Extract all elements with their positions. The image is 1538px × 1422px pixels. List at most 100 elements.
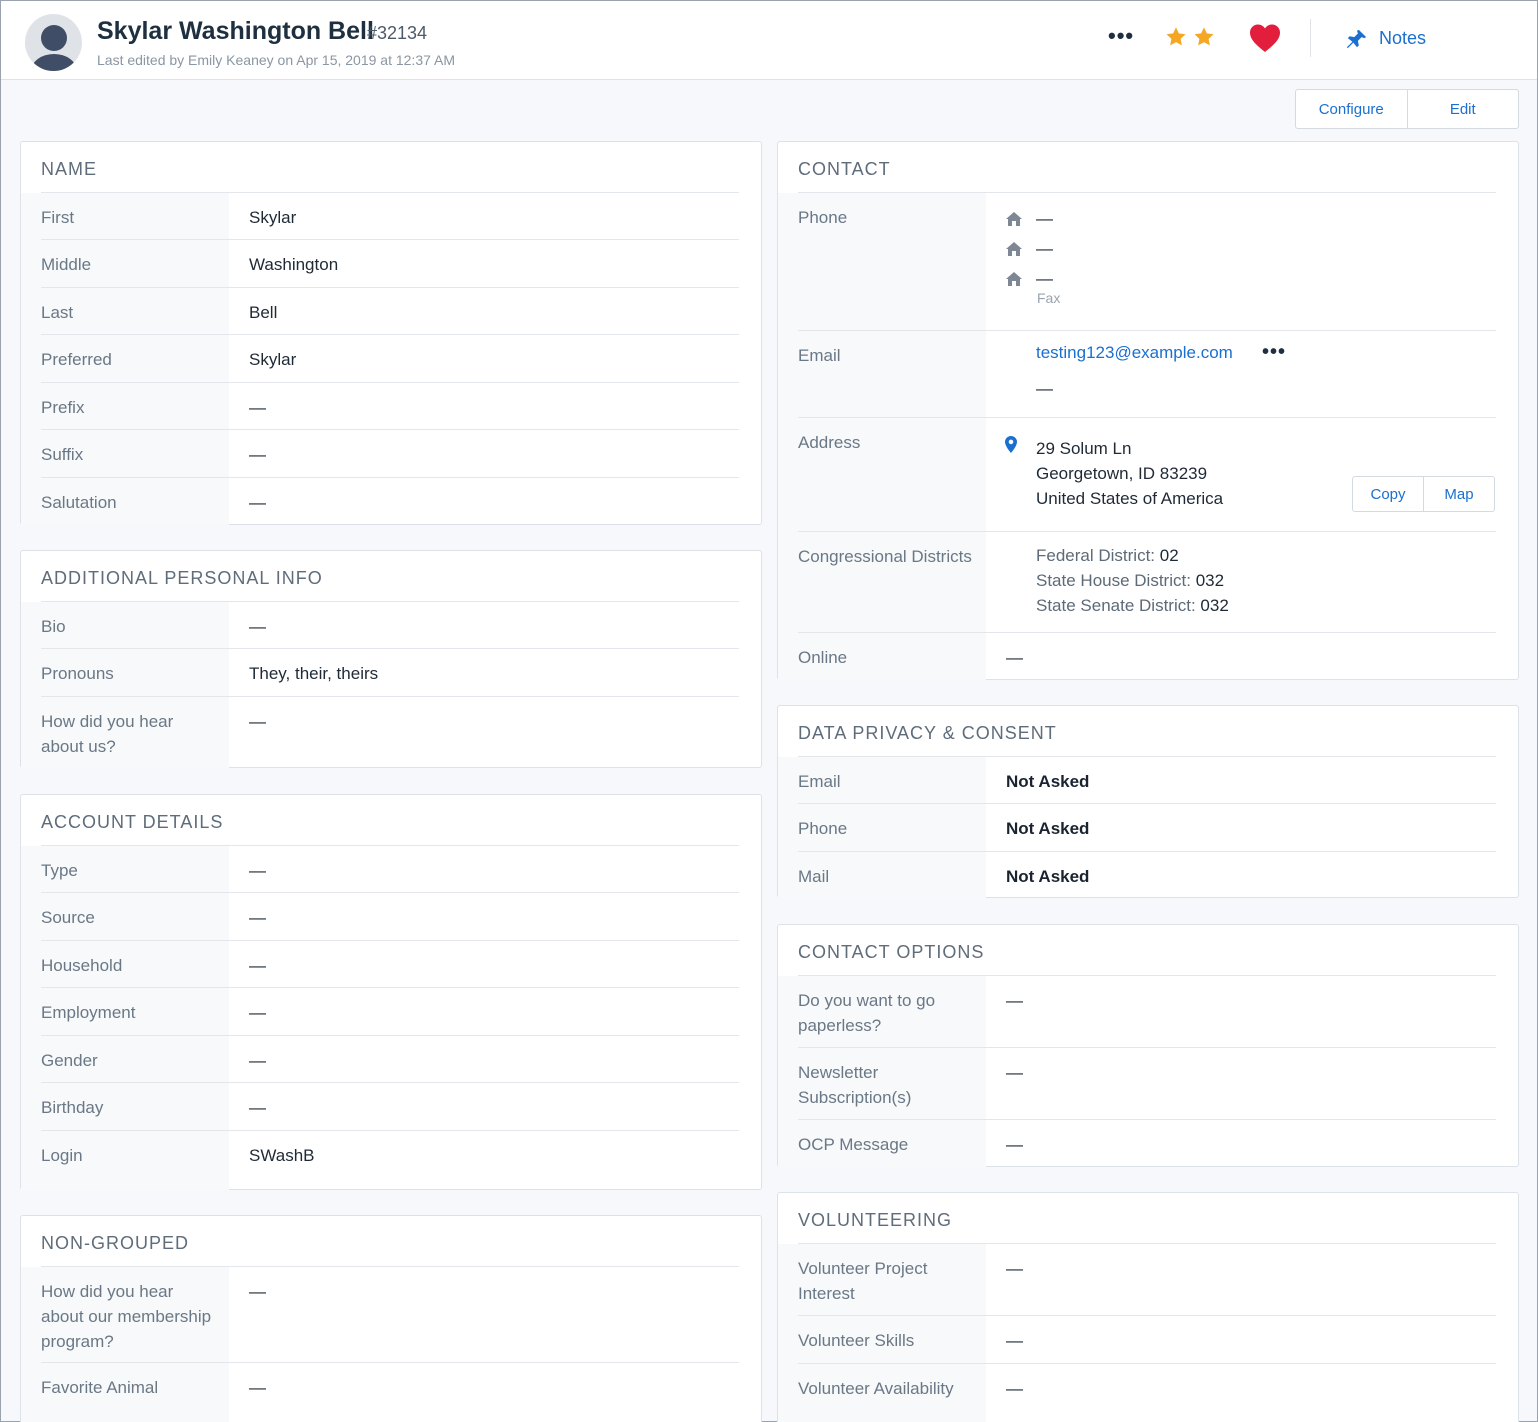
phone-value: — (1036, 239, 1053, 258)
field-label: Source (41, 908, 95, 927)
copy-address-button[interactable]: Copy (1353, 477, 1423, 511)
card-title: DATA PRIVACY & CONSENT (798, 723, 1057, 743)
header-divider (1310, 19, 1311, 57)
card-title: ADDITIONAL PERSONAL INFO (41, 568, 323, 588)
field-row: OCP Message — (778, 1120, 1496, 1167)
state-house-district: State House District: 032 (1036, 571, 1225, 590)
phone-value: — (1036, 269, 1053, 288)
field-label: Middle (41, 255, 92, 274)
field-label: Prefix (41, 398, 85, 417)
card-title: CONTACT OPTIONS (798, 942, 985, 962)
field-row: Bio — (21, 602, 739, 649)
field-value: — (249, 1003, 266, 1022)
email-link[interactable]: testing123@example.com (1036, 343, 1233, 363)
field-row: Do you want to go paperless? — (778, 976, 1496, 1048)
field-value: — (1006, 1331, 1023, 1350)
field-label: Do you want to go paperless? (798, 991, 936, 1035)
field-value: — (1006, 1259, 1023, 1278)
field-value: — (1006, 1135, 1023, 1154)
field-value: — (249, 1051, 266, 1070)
email-secondary-value: — (1036, 379, 1053, 398)
field-label: Phone (798, 208, 848, 227)
non-grouped-card: NON-GROUPED How did you hear about our m… (20, 1215, 762, 1422)
field-label: Volunteer Availability (798, 1379, 954, 1398)
address-line-1: 29 Solum Ln (1036, 439, 1132, 458)
field-label: Email (798, 772, 841, 791)
state-senate-district: State Senate District: 032 (1036, 596, 1229, 615)
field-row: Mail Not Asked (778, 852, 1496, 898)
field-value: — (249, 1098, 266, 1117)
field-label: Pronouns (41, 664, 114, 683)
field-label: Email (798, 346, 841, 365)
field-row: First Skylar (21, 193, 739, 240)
name-card: NAME First Skylar Middle Washington Last Be… (20, 141, 762, 525)
field-row: Volunteer Project Interest — (778, 1244, 1496, 1316)
phone-row: Phone — — — Fax (778, 193, 1496, 331)
configure-button[interactable]: Configure (1296, 90, 1407, 128)
additional-info-card: ADDITIONAL PERSONAL INFO Bio — Pronouns Th… (20, 550, 762, 768)
pin-icon[interactable] (1346, 28, 1368, 50)
districts-row: Congressional Districts Federal District… (778, 532, 1496, 633)
field-value: Bell (249, 303, 278, 322)
field-label: How did you hear about our membership pr… (41, 1282, 212, 1351)
field-row: Household — (21, 941, 739, 988)
field-label: OCP Message (798, 1135, 909, 1154)
fax-label: Fax (1037, 290, 1061, 306)
field-label: Mail (798, 867, 830, 886)
card-title: NON-GROUPED (41, 1233, 190, 1253)
avatar[interactable] (25, 14, 82, 71)
field-value: — (1006, 991, 1023, 1010)
field-label: How did you hear about us? (41, 712, 174, 756)
contact-card: CONTACT Phone — — — Fax Email testing123… (777, 141, 1519, 680)
more-options-icon[interactable]: ••• (1108, 25, 1134, 47)
heart-icon[interactable] (1249, 23, 1281, 53)
field-label: Household (41, 956, 123, 975)
record-id: #32134 (367, 23, 428, 43)
record-header: Skylar Washington Bell #32134 Last edite… (1, 1, 1537, 80)
star-icon[interactable] (1193, 26, 1215, 48)
notes-link[interactable]: Notes (1379, 28, 1426, 49)
map-address-button[interactable]: Map (1423, 477, 1494, 511)
field-row: Newsletter Subscription(s) — (778, 1048, 1496, 1120)
field-value: — (249, 956, 266, 975)
last-edited-text: Last edited by Emily Keaney on Apr 15, 2… (97, 52, 456, 68)
address-line-3: United States of America (1036, 489, 1224, 508)
consent-status: Not Asked (1006, 819, 1090, 838)
field-value: — (249, 1378, 266, 1397)
field-label: Employment (41, 1003, 136, 1022)
field-value: SWashB (249, 1146, 315, 1165)
field-label: Last (41, 303, 74, 322)
federal-district: Federal District: 02 (1036, 546, 1179, 565)
field-row: Volunteer Availability — (778, 1364, 1496, 1422)
field-value: — (249, 493, 266, 512)
field-label: Address (798, 433, 861, 452)
field-row: Type — (21, 846, 739, 893)
card-title: ACCOUNT DETAILS (41, 812, 224, 832)
field-label: Suffix (41, 445, 84, 464)
field-row: Suffix — (21, 430, 739, 478)
consent-status: Not Asked (1006, 772, 1090, 791)
field-row: Employment — (21, 988, 739, 1036)
field-row: Birthday — (21, 1083, 739, 1131)
field-value: — (249, 398, 266, 417)
field-value: Washington (249, 255, 339, 274)
account-details-card: ACCOUNT DETAILS Type — Source — Household —… (20, 794, 762, 1190)
field-value: — (249, 861, 266, 880)
address-row: Address 29 Solum Ln Georgetown, ID 83239… (778, 418, 1496, 532)
star-icon[interactable] (1165, 26, 1187, 48)
field-value: — (1006, 1063, 1023, 1082)
consent-status: Not Asked (1006, 867, 1090, 886)
online-row: Online — (778, 633, 1496, 680)
field-label: Volunteer Skills (798, 1331, 915, 1350)
card-title: VOLUNTEERING (798, 1210, 953, 1230)
page-title: Skylar Washington Bell (97, 17, 374, 45)
card-title: CONTACT (798, 159, 891, 179)
email-more-icon[interactable]: ••• (1262, 341, 1286, 364)
home-phone-icon (1006, 242, 1022, 256)
field-row: Middle Washington (21, 240, 739, 288)
map-marker-icon (1005, 436, 1017, 453)
field-label: Type (41, 861, 78, 880)
field-row: Login SWashB (21, 1131, 739, 1190)
phone-value: — (1036, 209, 1053, 228)
edit-button[interactable]: Edit (1406, 90, 1519, 128)
